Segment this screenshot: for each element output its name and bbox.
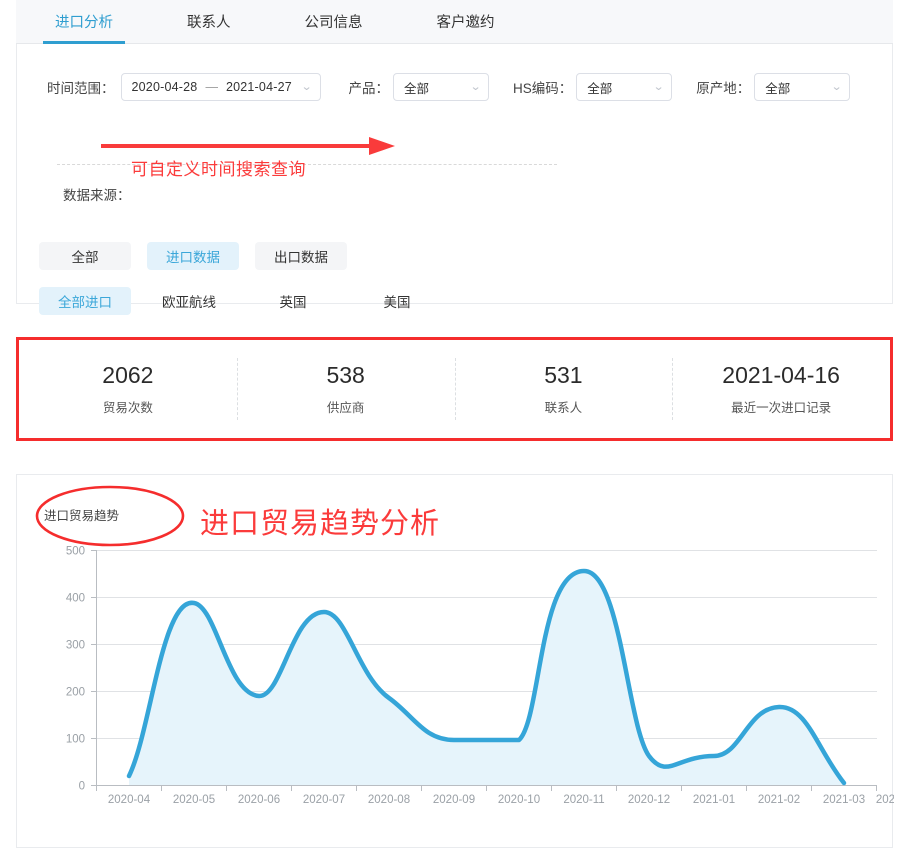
import-analysis-page: 进口分析 联系人 公司信息 客户邀约 时间范围： 2020-04-28 — 20… xyxy=(0,0,909,848)
hs-code-label: HS编码： xyxy=(513,77,572,97)
chevron-down-icon: ⌄ xyxy=(301,82,313,93)
source-chip-all-imports[interactable]: 全部进口 xyxy=(39,287,131,315)
chevron-down-icon: ⌄ xyxy=(470,82,482,93)
chip-label: 出口数据 xyxy=(274,246,328,266)
chevron-down-icon: ⌄ xyxy=(653,82,665,93)
svg-text:2020-08: 2020-08 xyxy=(368,794,410,806)
source-chip-export-data[interactable]: 出口数据 xyxy=(255,242,347,270)
chevron-down-icon: ⌄ xyxy=(831,82,843,93)
tab-label: 进口分析 xyxy=(55,11,113,32)
chip-label: 欧亚航线 xyxy=(162,291,216,311)
svg-text:0: 0 xyxy=(79,781,85,793)
stat-value: 531 xyxy=(544,362,582,388)
svg-text:300: 300 xyxy=(66,640,85,652)
svg-text:400: 400 xyxy=(66,593,85,605)
stat-contacts: 531 联系人 xyxy=(455,358,673,420)
svg-text:2021-01: 2021-01 xyxy=(693,794,735,806)
date-range-label: 时间范围： xyxy=(47,77,115,97)
chip-label: 英国 xyxy=(280,291,307,311)
tab-company-info[interactable]: 公司信息 xyxy=(293,0,375,44)
chip-label: 进口数据 xyxy=(166,246,220,266)
origin-value: 全部 xyxy=(765,78,790,97)
svg-text:2020-10: 2020-10 xyxy=(498,794,540,806)
annotation-ellipse xyxy=(34,484,186,548)
svg-text:2021-02: 2021-02 xyxy=(758,794,800,806)
hs-code-select[interactable]: 全部 ⌄ xyxy=(576,73,672,101)
chip-label: 全部 xyxy=(72,246,99,266)
svg-text:2020-06: 2020-06 xyxy=(238,794,280,806)
source-chip-import-data[interactable]: 进口数据 xyxy=(147,242,239,270)
chip-label: 全部进口 xyxy=(58,291,112,311)
origin-label: 原产地： xyxy=(696,77,750,97)
source-chip-usa[interactable]: 美国 xyxy=(351,287,443,315)
date-end-value: 2021-04-27 xyxy=(226,80,292,94)
stat-value: 2021-04-16 xyxy=(722,362,840,388)
svg-text:100: 100 xyxy=(66,734,85,746)
stat-label: 贸易次数 xyxy=(103,397,153,416)
source-chip-all[interactable]: 全部 xyxy=(39,242,131,270)
source-chip-eurasia-route[interactable]: 欧亚航线 xyxy=(143,287,235,315)
svg-text:2020-05: 2020-05 xyxy=(173,794,215,806)
tab-customer-invite[interactable]: 客户邀约 xyxy=(425,0,507,44)
date-dash: — xyxy=(205,80,218,94)
origin-select[interactable]: 全部 ⌄ xyxy=(754,73,850,101)
tab-label: 公司信息 xyxy=(305,11,363,32)
tab-label: 联系人 xyxy=(187,11,231,32)
date-start-value: 2020-04-28 xyxy=(132,80,198,94)
svg-text:2020-12: 2020-12 xyxy=(628,794,670,806)
stat-value: 538 xyxy=(326,362,364,388)
hs-code-value: 全部 xyxy=(587,78,612,97)
annotation-arrow-icon xyxy=(101,136,395,156)
filter-card: 时间范围： 2020-04-28 — 2021-04-27 ⌄ 产品： 全部 ⌄… xyxy=(16,44,893,304)
chip-label: 美国 xyxy=(384,291,411,311)
tab-contacts[interactable]: 联系人 xyxy=(175,0,243,44)
annotation-chart-text: 进口贸易趋势分析 xyxy=(200,500,440,542)
filter-row: 时间范围： 2020-04-28 — 2021-04-27 ⌄ 产品： 全部 ⌄… xyxy=(17,72,892,102)
tab-bar: 进口分析 联系人 公司信息 客户邀约 xyxy=(16,0,893,44)
stat-suppliers: 538 供应商 xyxy=(237,358,455,420)
svg-text:2020-04: 2020-04 xyxy=(108,794,151,806)
svg-text:2020-11: 2020-11 xyxy=(563,794,604,806)
stat-label: 联系人 xyxy=(545,397,583,416)
data-source-chip-row-secondary: 全部进口 欧亚航线 英国 美国 xyxy=(39,287,443,315)
stat-label: 最近一次进口记录 xyxy=(731,397,831,416)
svg-text:200: 200 xyxy=(66,687,85,699)
stat-value: 2062 xyxy=(102,362,153,388)
product-value: 全部 xyxy=(404,78,429,97)
tab-label: 客户邀约 xyxy=(437,11,495,32)
source-chip-uk[interactable]: 英国 xyxy=(247,287,339,315)
tab-import-analysis[interactable]: 进口分析 xyxy=(43,0,125,44)
svg-text:2021-04: 2021-04 xyxy=(876,794,894,806)
stat-label: 供应商 xyxy=(327,397,365,416)
stat-trade-count: 2062 贸易次数 xyxy=(19,358,237,420)
svg-text:2020-07: 2020-07 xyxy=(303,794,345,806)
data-source-label: 数据来源： xyxy=(63,184,131,204)
product-label: 产品： xyxy=(349,77,390,97)
annotation-arrow-text: 可自定义时间搜索查询 xyxy=(131,155,306,180)
svg-text:2020-09: 2020-09 xyxy=(433,794,475,806)
data-source-chip-row-primary: 全部 进口数据 出口数据 xyxy=(39,242,347,270)
trend-area-chart: 500 400 300 200 100 0 xyxy=(17,535,894,845)
product-select[interactable]: 全部 ⌄ xyxy=(393,73,489,101)
date-range-select[interactable]: 2020-04-28 — 2021-04-27 ⌄ xyxy=(121,73,321,101)
summary-stats-card: 2062 贸易次数 538 供应商 531 联系人 2021-04-16 最近一… xyxy=(16,337,893,441)
svg-text:2021-03: 2021-03 xyxy=(823,794,865,806)
stat-latest-import-record: 2021-04-16 最近一次进口记录 xyxy=(672,358,890,420)
